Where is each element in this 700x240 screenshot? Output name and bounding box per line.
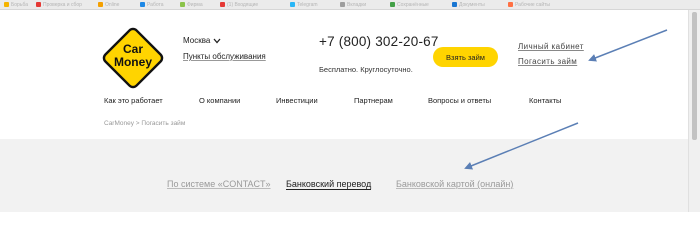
bookmark-favicon-icon — [36, 2, 41, 7]
breadcrumb-current: Погасить займ — [141, 120, 186, 127]
phone-note: Бесплатно. Круглосуточно. — [319, 65, 413, 74]
service-points-link[interactable]: Пункты обслуживания — [183, 52, 266, 61]
logo-text-bottom: Money — [114, 55, 152, 69]
bookmark-item[interactable]: Работа — [140, 1, 164, 8]
bookmark-label: Вкладки — [347, 1, 367, 8]
chevron-down-icon — [213, 38, 221, 43]
bookmark-item[interactable]: Вкладки — [340, 1, 366, 8]
bookmark-label: Работа — [147, 1, 164, 8]
bookmark-item[interactable]: Сохранённые — [390, 1, 429, 8]
nav-item-contacts[interactable]: Контакты — [529, 96, 561, 105]
bookmark-favicon-icon — [508, 2, 513, 7]
scrollbar-thumb[interactable] — [692, 12, 697, 140]
tab-bank-card-online[interactable]: Банковской картой (онлайн) — [396, 179, 513, 189]
bookmark-label: Проверка и сбор — [43, 1, 82, 8]
tab-contact-system[interactable]: По системе «CONTACT» — [167, 179, 271, 189]
bookmark-label: Сохранённые — [397, 1, 429, 8]
bookmark-label: Фирма — [187, 1, 203, 8]
bookmark-favicon-icon — [220, 2, 225, 7]
bookmark-label: (1) Входящие — [227, 1, 259, 8]
bookmark-item[interactable]: Рабочие сайты — [508, 1, 550, 8]
bookmark-item[interactable]: Online — [98, 1, 119, 8]
bookmark-favicon-icon — [340, 2, 345, 7]
bookmark-favicon-icon — [290, 2, 295, 7]
breadcrumb: CarMoney > Погасить займ — [104, 120, 185, 127]
bookmark-item[interactable]: (1) Входящие — [220, 1, 258, 8]
bookmark-label: Документы — [459, 1, 485, 8]
get-loan-button[interactable]: Взять займ — [433, 47, 498, 67]
nav-item-investments[interactable]: Инвестиции — [276, 96, 318, 105]
personal-account-link[interactable]: Личный кабинет — [518, 42, 584, 51]
breadcrumb-separator: > — [135, 120, 140, 127]
nav-item-faq[interactable]: Вопросы и ответы — [428, 96, 491, 105]
repay-loan-link[interactable]: Погасить займ — [518, 57, 577, 66]
main-nav: Как это работает О компании Инвестиции П… — [0, 96, 689, 108]
tab-bank-transfer[interactable]: Банковский перевод — [286, 179, 372, 190]
city-selector[interactable]: Москва — [183, 36, 221, 45]
page: Car Money Москва Пункты обслуживания +7 … — [0, 10, 689, 212]
carmoney-logo[interactable]: Car Money — [98, 23, 168, 93]
bookmark-item[interactable]: Telegram — [290, 1, 318, 8]
bookmark-favicon-icon — [180, 2, 185, 7]
bookmarks-bar: Борьба Проверка и сбор Online Работа Фир… — [0, 0, 700, 10]
bookmark-label: Online — [105, 1, 120, 8]
scrollbar[interactable] — [688, 10, 700, 212]
bookmark-item[interactable]: Проверка и сбор — [36, 1, 82, 8]
city-label: Москва — [183, 36, 211, 45]
logo-text-top: Car — [123, 42, 143, 56]
nav-item-how-it-works[interactable]: Как это работает — [104, 96, 163, 105]
bookmark-label: Telegram — [297, 1, 318, 8]
phone-number[interactable]: +7 (800) 302-20-67 — [319, 34, 439, 49]
nav-item-partners[interactable]: Партнерам — [354, 96, 393, 105]
nav-item-about[interactable]: О компании — [199, 96, 240, 105]
bookmark-favicon-icon — [140, 2, 145, 7]
bookmark-label: Рабочие сайты — [515, 1, 551, 8]
bookmark-favicon-icon — [98, 2, 103, 7]
bookmark-label: Борьба — [11, 1, 28, 8]
payment-methods-section: По системе «CONTACT» Банковский перевод … — [0, 139, 689, 212]
bookmark-item[interactable]: Фирма — [180, 1, 203, 8]
bookmark-favicon-icon — [4, 2, 9, 7]
bookmark-favicon-icon — [390, 2, 395, 7]
breadcrumb-home[interactable]: CarMoney — [104, 120, 134, 127]
bookmark-item[interactable]: Документы — [452, 1, 485, 8]
bookmark-item[interactable]: Борьба — [4, 1, 28, 8]
bookmark-favicon-icon — [452, 2, 457, 7]
